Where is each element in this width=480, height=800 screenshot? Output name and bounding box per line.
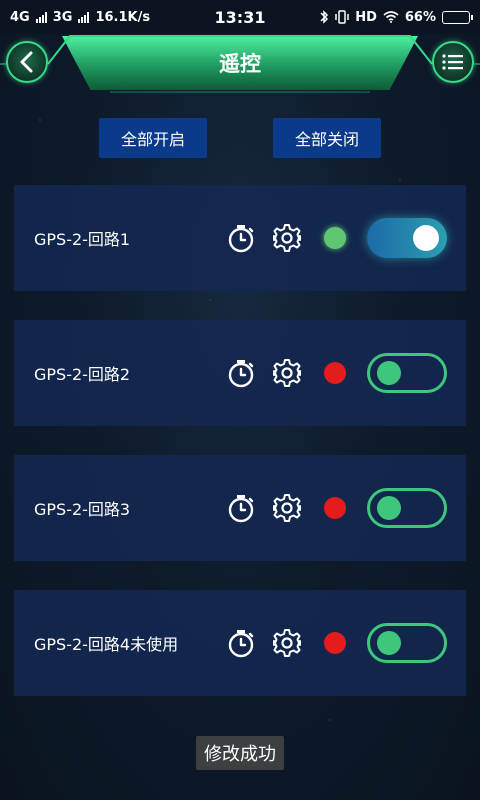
battery-percent: 66% xyxy=(404,9,436,25)
bluetooth-icon xyxy=(320,10,329,24)
status-left: 4G 3G 16.1K/s xyxy=(10,10,150,25)
status-indicator xyxy=(324,497,346,519)
network-type-1: 4G xyxy=(10,9,30,25)
chevron-left-icon xyxy=(20,51,33,73)
timer-icon[interactable] xyxy=(226,223,256,253)
status-right: HD 66% xyxy=(319,9,473,25)
circuit-label: GPS-2-回路4未使用 xyxy=(34,635,179,654)
gear-icon[interactable] xyxy=(272,628,302,658)
circuit-card-1: GPS-2-回路1 xyxy=(14,185,466,291)
circuit-card-4: GPS-2-回路4未使用 xyxy=(14,590,466,696)
timer-icon[interactable] xyxy=(226,358,256,388)
network-type-2: 3G xyxy=(52,9,73,25)
all-on-button[interactable]: 全部开启 xyxy=(99,118,207,158)
circuit-label: GPS-2-回路1 xyxy=(34,230,131,249)
vibrate-icon xyxy=(335,10,349,24)
circuit-toggle[interactable] xyxy=(367,218,447,258)
page-title: 遥控 xyxy=(219,52,261,76)
bulk-actions: 全部开启 全部关闭 xyxy=(0,118,480,158)
app-header: 遥控 xyxy=(0,34,480,94)
toggle-knob xyxy=(377,496,401,520)
circuit-toggle[interactable] xyxy=(367,488,447,528)
toggle-knob xyxy=(377,631,401,655)
gear-icon[interactable] xyxy=(272,358,302,388)
circuit-toggle[interactable] xyxy=(367,623,447,663)
gear-icon[interactable] xyxy=(272,493,302,523)
clock: 13:31 xyxy=(214,7,266,27)
toggle-knob xyxy=(377,361,401,385)
timer-icon[interactable] xyxy=(226,628,256,658)
all-off-button[interactable]: 全部关闭 xyxy=(273,118,381,158)
hd-badge: HD xyxy=(355,9,377,25)
wifi-icon xyxy=(383,11,399,23)
list-menu-icon xyxy=(442,54,463,70)
status-indicator xyxy=(324,632,346,654)
status-indicator xyxy=(324,227,346,249)
circuit-card-2: GPS-2-回路2 xyxy=(14,320,466,426)
toggle-knob xyxy=(413,225,439,251)
status-indicator xyxy=(324,362,346,384)
menu-button[interactable] xyxy=(432,41,474,83)
battery-icon xyxy=(442,10,473,24)
signal-icon xyxy=(35,11,47,23)
gear-icon[interactable] xyxy=(272,223,302,253)
network-speed: 16.1K/s xyxy=(95,9,151,25)
signal-icon-2 xyxy=(78,11,90,23)
timer-icon[interactable] xyxy=(226,493,256,523)
status-bar: 4G 3G 16.1K/s 13:31 HD 66% xyxy=(0,0,480,34)
circuit-label: GPS-2-回路3 xyxy=(34,500,131,519)
circuit-card-3: GPS-2-回路3 xyxy=(14,455,466,561)
circuit-label: GPS-2-回路2 xyxy=(34,365,131,384)
circuit-toggle[interactable] xyxy=(367,353,447,393)
toast-message: 修改成功 xyxy=(196,736,284,770)
back-button[interactable] xyxy=(6,41,48,83)
